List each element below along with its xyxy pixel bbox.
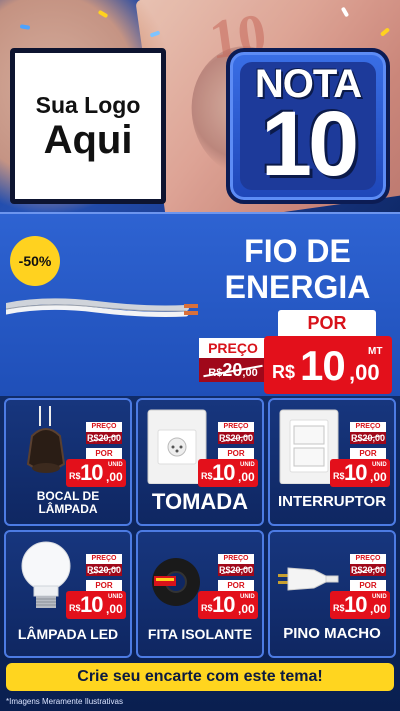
price-unit: UNID [372,462,387,468]
price-unit: UNID [108,594,123,600]
preco-label: PREÇO [199,338,267,358]
product-name: BOCAL DE LÂMPADA [8,488,128,516]
por-label: POR [278,310,376,336]
nota-10-badge: NOTA 10 [226,48,390,204]
price-unit: UNID [240,462,255,468]
preco-label: PREÇO [350,554,386,564]
wire-icon [6,298,198,317]
por-label: POR [86,580,122,591]
discount-badge: -50% [10,236,60,286]
price-int: 10 [344,592,368,617]
price-currency: R$ [201,471,213,481]
price-currency: R$ [333,471,345,481]
preco-label: PREÇO [350,422,386,432]
preco-label: PREÇO [218,422,254,432]
product-name-line-2: LÂMPADA [38,501,98,516]
old-price-block: PREÇO R$20,00 [218,554,254,576]
product-card-bocal: PREÇO R$20,00 POR R$ 10 ,00 UNID BOCAL D… [4,398,132,526]
price-dec: ,00 [238,470,255,484]
preco-label: PREÇO [218,554,254,564]
product-name: TOMADA [151,488,249,514]
featured-title-line-2: ENERGIA [224,268,371,305]
price-int: 10 [300,342,346,389]
price-int: 10 [344,460,368,485]
old-price: R$20,00 [199,358,267,382]
product-card-lampada-led: PREÇO R$20,00 POR R$ 10 ,00 UNID LÂMPADA… [4,530,132,658]
logo-placeholder: Sua Logo Aqui [10,48,166,204]
price-int: 10 [212,592,236,617]
old-price: R$20,00 [350,564,386,576]
product-price: R$ 10 ,00 UNID [198,591,258,619]
featured-title-line-1: FIO DE [244,233,351,269]
price-int: 10 [80,460,104,485]
price-unit: MT [368,346,383,357]
price-dec: ,00 [370,470,387,484]
product-name: FITA ISOLANTE [147,625,253,642]
price-dec: ,00 [106,602,123,616]
price-unit: UNID [240,594,255,600]
old-price-block: PREÇO R$20,00 [86,422,122,444]
product-price: R$ 10 ,00 UNID [198,459,258,487]
product-name-line-1: BOCAL DE [36,488,100,503]
product-price: R$ 10 ,00 UNID [330,459,390,487]
price-currency: R$ [69,471,81,481]
old-price-block: PREÇO R$20,00 [218,422,254,444]
product-price: R$ 10 ,00 UNID [66,459,126,487]
price-int: 10 [80,592,104,617]
price-dec: ,00 [349,360,380,385]
featured-offer: -50% FIO DE ENERGIA POR PREÇO R$20,00 R$… [0,212,400,396]
product-card-pino-macho: PREÇO R$20,00 POR R$ 10 ,00 UNID PINO MA… [268,530,396,658]
featured-price: R$ 10 ,00 MT [264,336,392,394]
old-price-block: PREÇO R$20,00 [199,338,267,390]
old-price: R$20,00 [350,432,386,444]
old-price-block: PREÇO R$20,00 [350,422,386,444]
por-label: POR [350,580,386,591]
por-label: POR [218,448,254,459]
old-price-block: PREÇO R$20,00 [350,554,386,576]
price-dec: ,00 [370,602,387,616]
price-unit: UNID [372,594,387,600]
product-name: PINO MACHO [283,624,381,642]
price-unit: UNID [108,462,123,468]
price-currency: R$ [201,603,213,613]
price-currency: R$ [69,603,81,613]
product-name: LÂMPADA LED [17,625,119,642]
nota-number: 10 [260,93,359,195]
price-dec: ,00 [238,602,255,616]
old-price: R$20,00 [218,432,254,444]
old-price: R$20,00 [86,564,122,576]
product-price: R$ 10 ,00 UNID [330,591,390,619]
old-price-block: PREÇO R$20,00 [86,554,122,576]
disclaimer-text: *Imagens Meramente Ilustrativas [6,697,123,706]
featured-title: FIO DE ENERGIA [210,233,385,306]
hero-banner: 10 Sua Logo Aqui NOTA 10 [0,0,400,212]
old-price: R$20,00 [218,564,254,576]
preco-label: PREÇO [86,422,122,432]
product-price: R$ 10 ,00 UNID [66,591,126,619]
por-label: POR [350,448,386,459]
price-currency: R$ [333,603,345,613]
preco-label: PREÇO [86,554,122,564]
por-label: POR [86,448,122,459]
product-card-tomada: PREÇO R$20,00 POR R$ 10 ,00 UNID TOMADA [136,398,264,526]
flyer-page: 10 Sua Logo Aqui NOTA 10 -50% FIO DE ENE… [0,0,400,711]
logo-line-1: Sua Logo [35,91,141,118]
old-price: R$20,00 [86,432,122,444]
price-int: 10 [212,460,236,485]
logo-line-2: Aqui [43,117,133,162]
por-label: POR [218,580,254,591]
price-dec: ,00 [106,470,123,484]
product-name: INTERRUPTOR [277,492,387,510]
cta-button[interactable]: Crie seu encarte com este tema! [6,663,394,691]
price-currency: R$ [272,362,296,382]
product-card-interruptor: PREÇO R$20,00 POR R$ 10 ,00 UNID INTERRU… [268,398,396,526]
product-card-fita-isolante: PREÇO R$20,00 POR R$ 10 ,00 UNID FITA IS… [136,530,264,658]
